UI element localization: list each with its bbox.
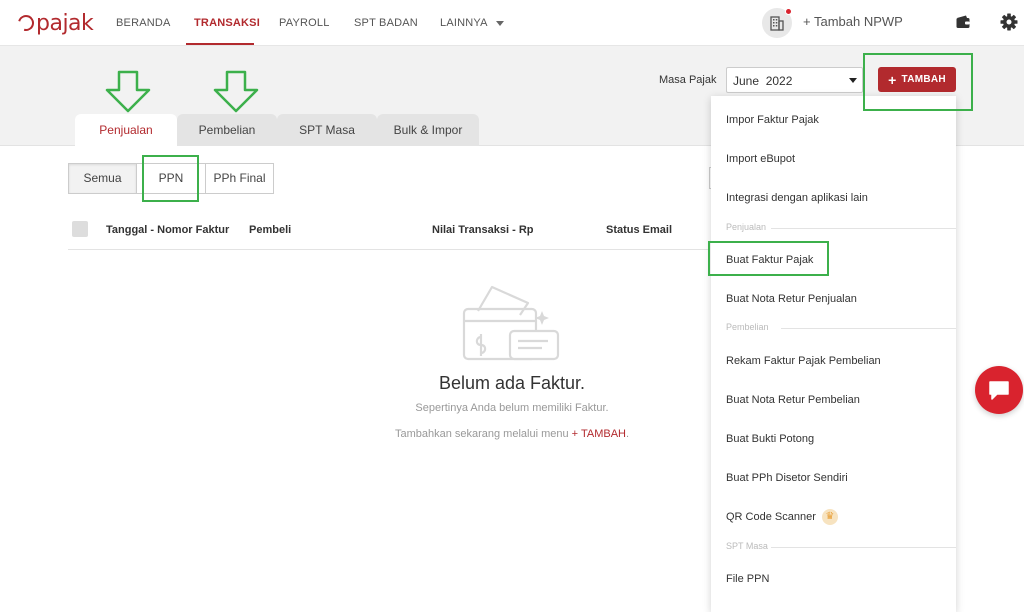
tab-spt-masa[interactable]: SPT Masa xyxy=(277,114,377,146)
menu-section-penjualan: Penjualan xyxy=(726,222,767,232)
filter-pph-final[interactable]: PPh Final xyxy=(205,163,274,194)
arrow-down-annotation-icon xyxy=(105,70,151,113)
hint-prefix: Tambahkan sekarang melalui menu xyxy=(394,428,569,440)
menu-rekam-faktur-pembelian[interactable]: Rekam Faktur Pajak Pembelian xyxy=(726,355,881,367)
col-nilai-transaksi[interactable]: Nilai Transaksi - Rp xyxy=(432,224,533,236)
chat-bubble-icon xyxy=(989,381,1009,400)
nav-spt-badan[interactable]: SPT BADAN xyxy=(354,0,418,46)
annotation-box-buat-faktur xyxy=(708,241,829,276)
section-divider xyxy=(771,228,956,229)
tab-penjualan[interactable]: Penjualan xyxy=(75,114,177,147)
menu-section-spt-masa: SPT Masa xyxy=(726,541,768,551)
arrow-down-annotation-icon xyxy=(213,70,259,113)
col-status-email[interactable]: Status Email xyxy=(606,224,672,236)
menu-file-ppn[interactable]: File PPN xyxy=(726,573,769,585)
pajak-logo[interactable]: pajak xyxy=(15,9,94,37)
company-switch-button[interactable] xyxy=(762,8,792,38)
nav-lainnya[interactable]: LAINNYA xyxy=(440,0,504,46)
caret-down-icon xyxy=(849,78,857,83)
annotation-box-ppn xyxy=(142,155,199,202)
logo-text: pajak xyxy=(36,10,94,36)
menu-buat-nota-retur-pembelian[interactable]: Buat Nota Retur Pembelian xyxy=(726,394,860,406)
nav-active-indicator xyxy=(186,43,254,45)
filter-semua[interactable]: Semua xyxy=(68,163,137,194)
empty-state-title-text: Belum ada Faktur. xyxy=(438,373,586,393)
col-tanggal-nomor[interactable]: Tanggal - Nomor Faktur xyxy=(106,224,229,236)
empty-invoice-illustration-icon xyxy=(462,285,560,361)
nav-transaksi[interactable]: TRANSAKSI xyxy=(194,0,260,46)
hint-tambah-link[interactable]: + TAMBAH xyxy=(572,428,626,440)
notification-dot xyxy=(785,8,792,15)
top-navbar: pajak BERANDA TRANSAKSI PAYROLL SPT BADA… xyxy=(0,0,1024,46)
masa-pajak-label: Masa Pajak xyxy=(659,74,717,86)
crown-icon: ♛ xyxy=(821,509,838,525)
section-divider xyxy=(781,328,956,329)
masa-pajak-select[interactable]: June 2022 xyxy=(726,67,863,93)
menu-section-pembelian: Pembelian xyxy=(726,322,769,332)
menu-buat-nota-retur-penjualan[interactable]: Buat Nota Retur Penjualan xyxy=(726,293,857,305)
chevron-down-icon xyxy=(495,20,504,26)
hint-suffix: . xyxy=(625,428,630,440)
tab-bulk-impor[interactable]: Bulk & Impor xyxy=(377,114,479,146)
tab-pembelian[interactable]: Pembelian xyxy=(177,114,277,146)
chat-support-button[interactable] xyxy=(975,366,1023,414)
table-header-divider xyxy=(68,249,708,250)
menu-buat-pph-disetor-sendiri[interactable]: Buat PPh Disetor Sendiri xyxy=(726,472,848,484)
col-pembeli[interactable]: Pembeli xyxy=(249,224,291,236)
tambah-dropdown-menu: Impor Faktur Pajak Import eBupot Integra… xyxy=(711,96,956,612)
nav-payroll[interactable]: PAYROLL xyxy=(279,0,330,46)
masa-pajak-value: June 2022 xyxy=(733,74,793,88)
empty-state-subtitle-text: Sepertinya Anda belum memiliki Faktur. xyxy=(415,402,609,414)
nav-beranda[interactable]: BERANDA xyxy=(116,0,171,46)
annotation-box-tambah xyxy=(863,53,973,111)
building-icon xyxy=(770,16,784,31)
menu-qr-code-scanner-label: QR Code Scanner xyxy=(726,510,816,523)
menu-qr-code-scanner[interactable]: QR Code Scanner ♛ xyxy=(726,509,838,525)
wallet-icon[interactable] xyxy=(955,14,971,30)
menu-integrasi-aplikasi[interactable]: Integrasi dengan aplikasi lain xyxy=(726,192,868,204)
menu-buat-bukti-potong[interactable]: Buat Bukti Potong xyxy=(726,433,814,445)
logo-mark-icon xyxy=(15,12,37,34)
menu-impor-faktur-pajak[interactable]: Impor Faktur Pajak xyxy=(726,114,819,126)
nav-lainnya-label: LAINNYA xyxy=(440,17,488,29)
gear-icon[interactable] xyxy=(1000,13,1018,31)
section-divider xyxy=(771,547,956,548)
select-all-checkbox[interactable] xyxy=(72,221,88,237)
menu-import-ebupot[interactable]: Import eBupot xyxy=(726,153,795,165)
add-npwp-link[interactable]: + Tambah NPWP xyxy=(803,14,903,29)
